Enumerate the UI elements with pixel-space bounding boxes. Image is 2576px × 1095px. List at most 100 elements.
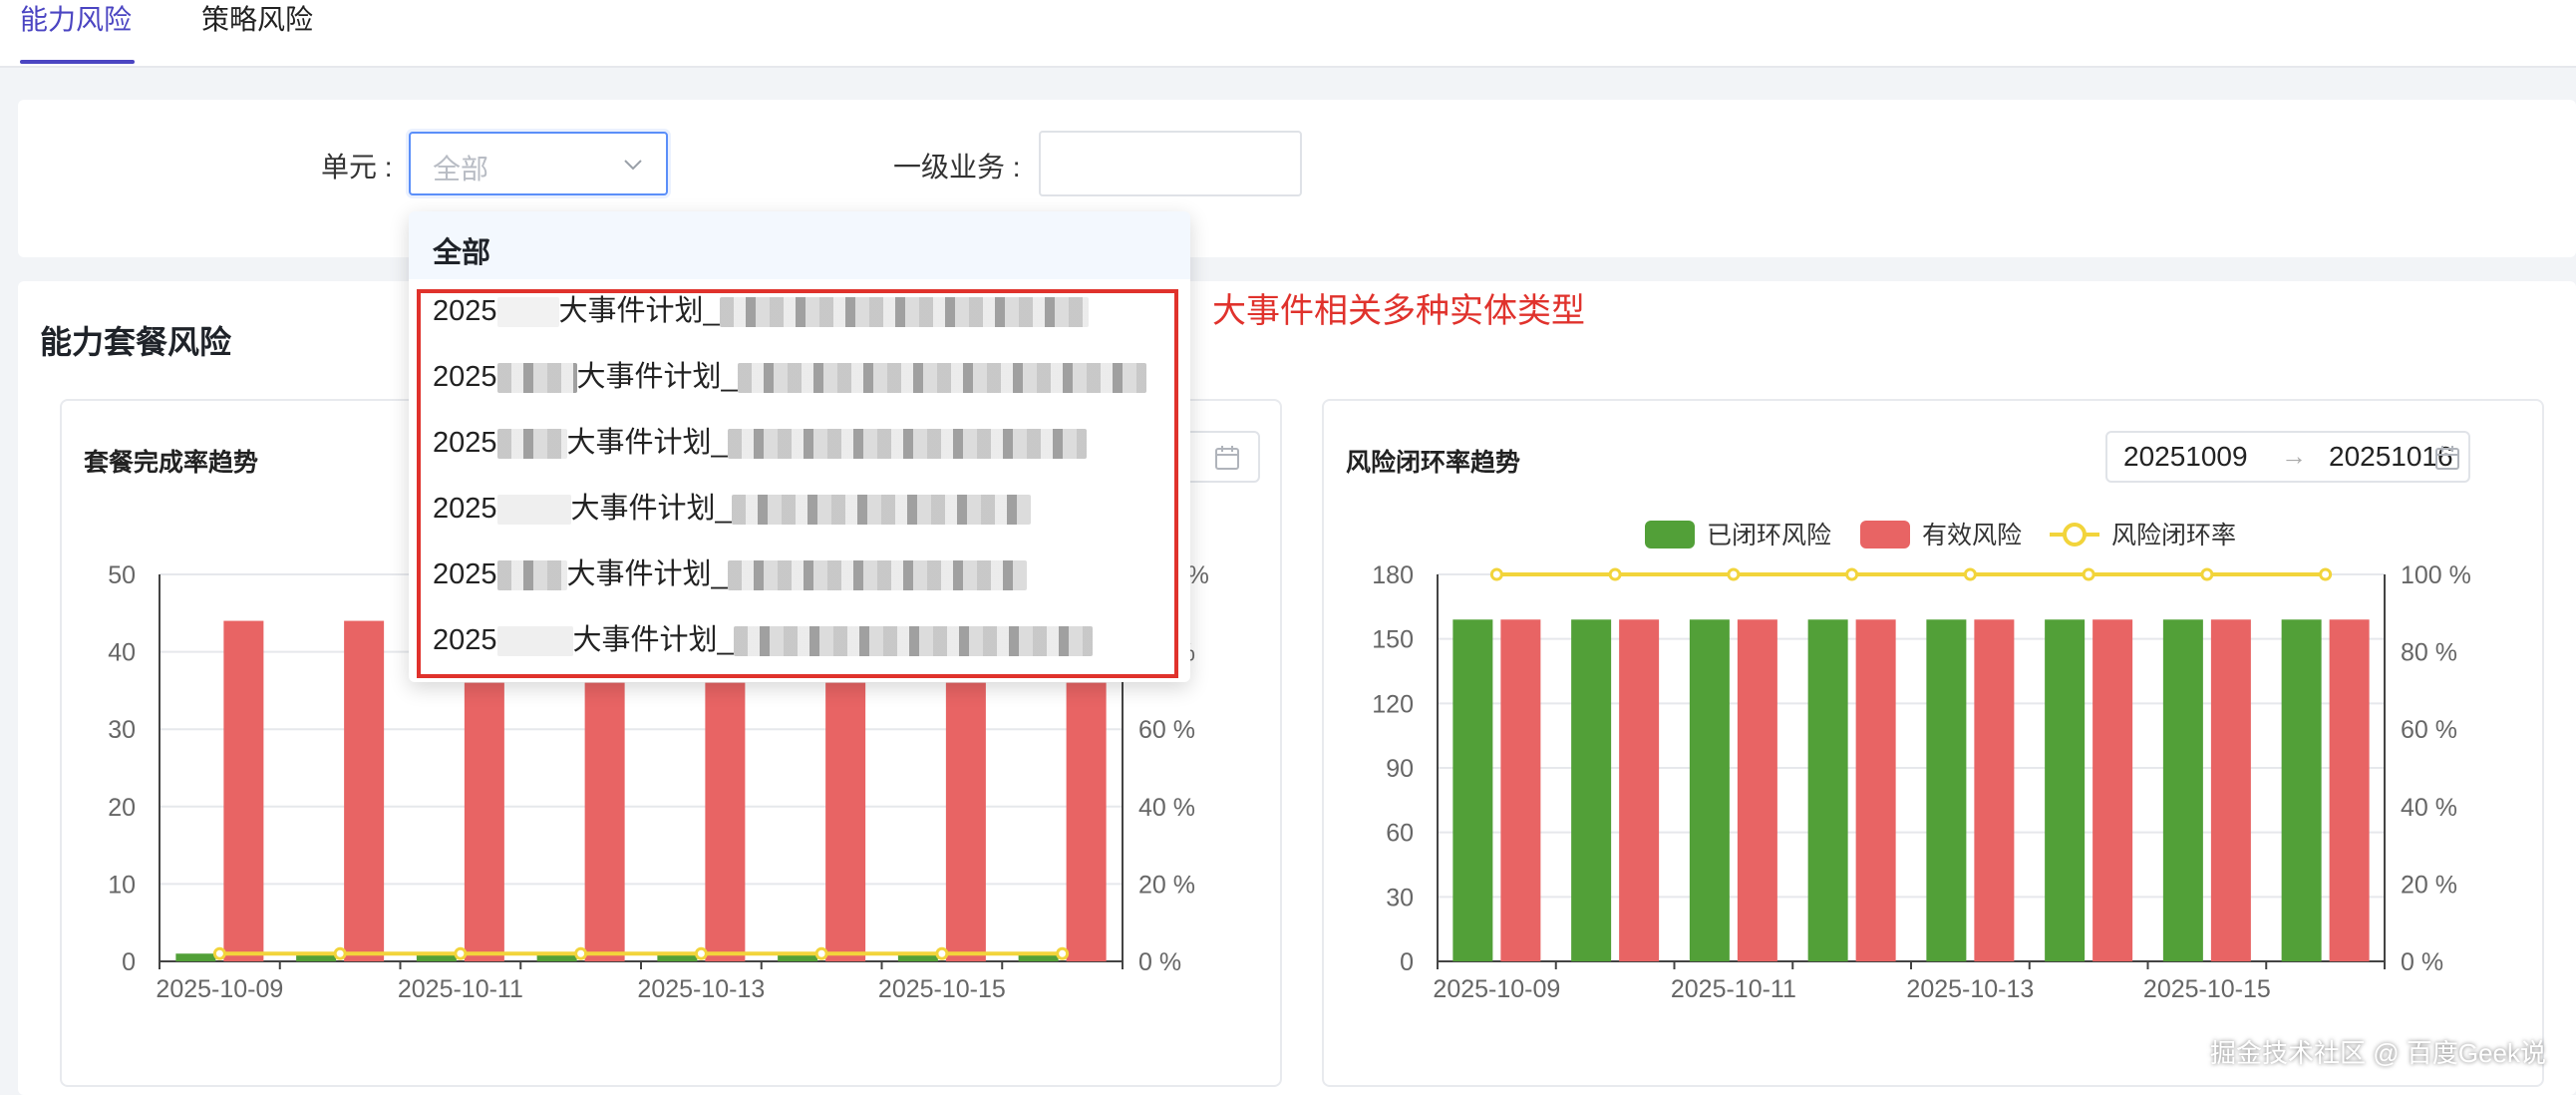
bar (1619, 619, 1660, 961)
bar (1855, 619, 1896, 961)
y-tick-label: 0 (122, 948, 136, 976)
bar (1926, 619, 1967, 961)
bar (2045, 619, 2086, 961)
biz-label: 一级业务 : (893, 152, 1021, 182)
line-point (1608, 567, 1622, 581)
bar (2093, 619, 2133, 961)
bar (945, 682, 986, 961)
y-tick-label: 40 (108, 639, 136, 667)
y-tick-label: 180 (1372, 561, 1414, 589)
y2-tick-label: 20 % (1138, 871, 1195, 899)
y-tick-label: 0 (1400, 948, 1414, 976)
y2-tick-label: 60 % (1138, 716, 1195, 744)
legend-swatch (1645, 521, 1695, 548)
line-point (2200, 567, 2214, 581)
y2-tick-label: 60 % (2401, 716, 2457, 744)
x-tick-label: 2025-10-09 (156, 975, 283, 1003)
unit-select[interactable]: 全部 (409, 132, 668, 195)
x-tick-label: 2025-10-15 (878, 975, 1006, 1003)
line-point (1056, 946, 1070, 960)
tab-capability-risk[interactable]: 能力风险 (20, 0, 132, 60)
y-tick-label: 120 (1372, 690, 1414, 718)
calendar-icon (2435, 446, 2459, 470)
y-tick-label: 30 (1386, 884, 1414, 912)
y-tick-label: 50 (108, 561, 136, 589)
bar (1452, 619, 1493, 961)
arrow-right-icon: → (2281, 441, 2307, 471)
line-point (1489, 567, 1503, 581)
y-tick-label: 30 (108, 716, 136, 744)
bar (1066, 682, 1107, 961)
bar (1571, 619, 1612, 961)
y2-tick-label: 20 % (2401, 871, 2457, 899)
line-point (935, 946, 949, 960)
y2-tick-label: 40 % (2401, 794, 2457, 822)
bar (223, 620, 264, 961)
risk-closure-title: 风险闭环率趋势 (1346, 449, 1521, 477)
bar (344, 620, 385, 961)
x-tick-label: 2025-10-11 (1671, 975, 1796, 1003)
watermark: 掘金技术社区 @ 百度Geek说 (2210, 1038, 2546, 1068)
line-point (2319, 567, 2333, 581)
line-point (1845, 567, 1859, 581)
bar (825, 682, 866, 961)
y2-tick-label: 0 % (1138, 948, 1181, 976)
section-title: 能力套餐风险 (40, 324, 232, 360)
calendar-icon (1215, 446, 1239, 470)
unit-select-value: 全部 (433, 154, 489, 184)
line-point (333, 946, 347, 960)
legend-swatch (2063, 523, 2087, 547)
x-tick-label: 2025-10-13 (1906, 975, 2034, 1003)
y2-tick-label: 40 % (1138, 794, 1195, 822)
bar (2210, 619, 2251, 961)
bar (1689, 619, 1730, 961)
annotation-text: 大事件相关多种实体类型 (1212, 292, 1585, 330)
legend-swatch (1860, 521, 1910, 548)
x-tick-label: 2025-10-15 (2143, 975, 2271, 1003)
bar (1974, 619, 2015, 961)
x-tick-label: 2025-10-13 (637, 975, 765, 1003)
unit-label: 单元 : (321, 152, 393, 182)
line-point (1727, 567, 1741, 581)
y-tick-label: 20 (108, 794, 136, 822)
y2-tick-label: 80 % (2401, 639, 2457, 667)
bar (1500, 619, 1541, 961)
bar (464, 682, 504, 961)
bar (705, 682, 746, 961)
bar (584, 682, 625, 961)
bar (175, 953, 216, 961)
dropdown-option-all-label: 全部 (433, 237, 491, 269)
bar (2162, 619, 2203, 961)
risk-date-range[interactable]: 20251009 → 20251016 (2105, 431, 2470, 483)
completion-trend-title: 套餐完成率趋势 (84, 449, 259, 477)
line-point (574, 946, 588, 960)
y-tick-label: 10 (108, 871, 136, 899)
bar (2281, 619, 2322, 961)
x-tick-label: 2025-10-11 (398, 975, 523, 1003)
line-point (212, 946, 226, 960)
line-point (454, 946, 468, 960)
bar (2329, 619, 2370, 961)
bar (1737, 619, 1777, 961)
y-tick-label: 150 (1372, 626, 1414, 654)
line-point (1963, 567, 1977, 581)
biz-select[interactable] (1039, 131, 1302, 196)
y-tick-label: 60 (1386, 820, 1414, 848)
annotation-highlight-box (417, 289, 1178, 678)
tab-bar: 能力风险 策略风险 (0, 0, 2576, 68)
active-tab-indicator (20, 60, 135, 64)
line-point (2082, 567, 2095, 581)
tab-strategy-risk[interactable]: 策略风险 (201, 0, 313, 60)
line-point (814, 946, 828, 960)
line-point (694, 946, 708, 960)
bar (1807, 619, 1848, 961)
x-tick-label: 2025-10-09 (1433, 975, 1560, 1003)
risk-closure-chart: 0 30 60 90 120 150 180 0 % 20 % 40 % 60 % 80 % 100 %… (1372, 521, 2471, 1003)
dropdown-option-all[interactable]: 全部 (409, 211, 1190, 279)
y2-tick-label: 100 % (2401, 561, 2471, 589)
y-tick-label: 90 (1386, 755, 1414, 783)
y2-tick-label: 0 % (2401, 948, 2443, 976)
risk-date-start: 20251009 (2123, 441, 2248, 472)
legend-label: 已闭环风险 (1707, 522, 1831, 549)
legend-label: 有效风险 (1922, 522, 2022, 549)
